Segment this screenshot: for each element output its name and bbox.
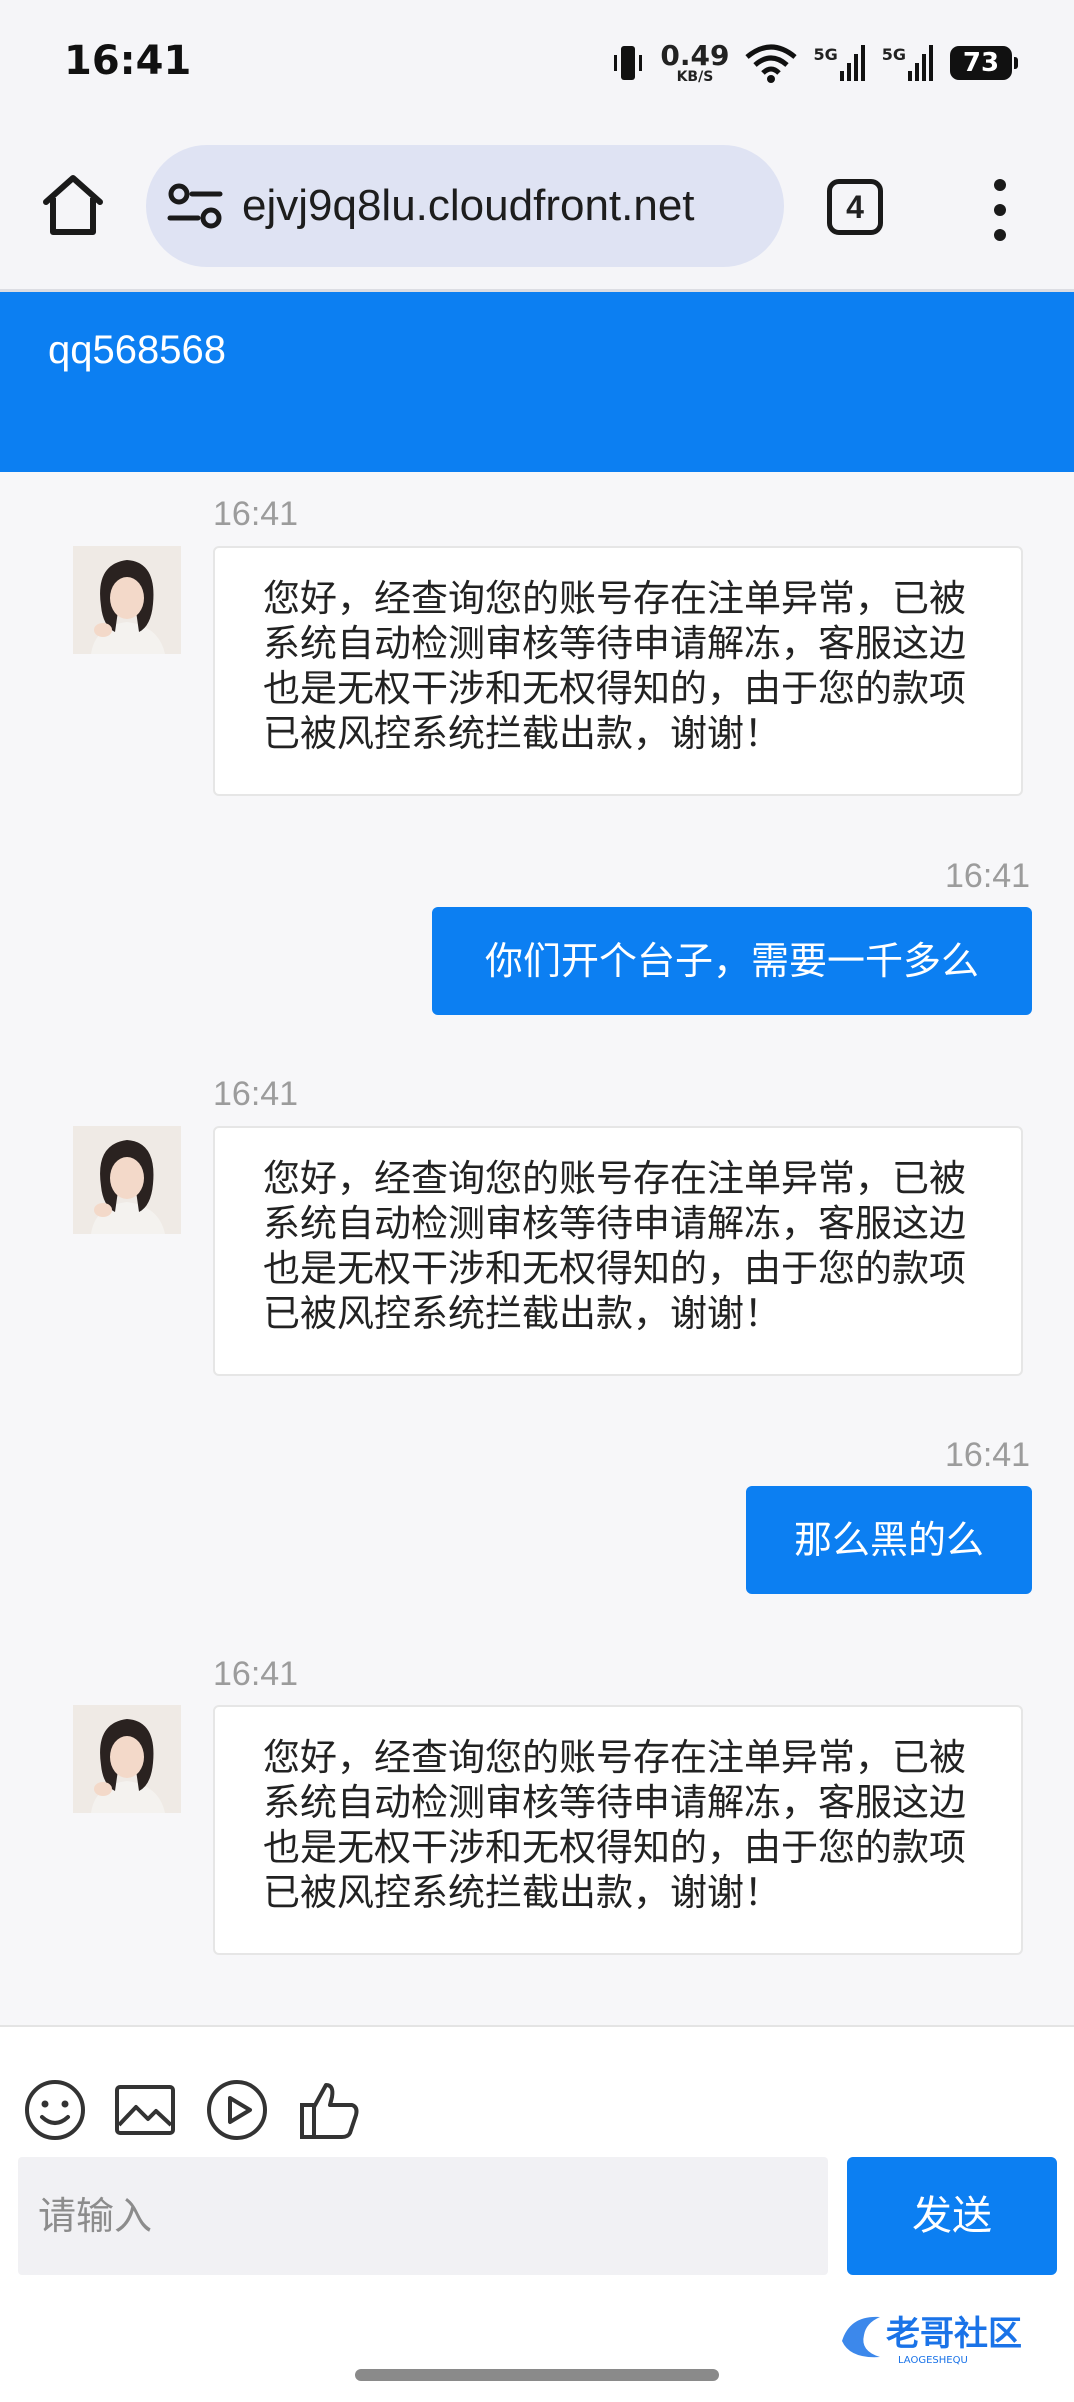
message-input[interactable]: 请输入 xyxy=(18,2157,828,2275)
agent-avatar xyxy=(73,1126,181,1234)
signal-1: 5G xyxy=(813,45,865,81)
status-icons: 0.49 KB/S 5G 5G 73 xyxy=(612,38,1018,88)
vibrate-icon xyxy=(614,46,643,80)
tab-switcher-button[interactable]: 4 xyxy=(827,179,883,235)
message-text: 您好，经查询您的账号存在注单异常，已被系统自动检测审核等待申请解冻，客服这边也是… xyxy=(263,1157,966,1335)
signal-2-label: 5G xyxy=(881,45,906,64)
message-time: 16:41 xyxy=(213,1655,299,1693)
chat-header: qq568568 xyxy=(0,292,1074,472)
signal-bars-icon xyxy=(839,45,865,81)
status-bar: 16:41 0.49 KB/S 5G 5G 73 xyxy=(0,0,1074,125)
message-time: 16:41 xyxy=(213,495,299,533)
home-icon[interactable] xyxy=(38,170,108,240)
send-button[interactable]: 发送 xyxy=(847,2157,1057,2275)
battery-icon: 73 xyxy=(950,46,1018,80)
url-text[interactable]: ejvj9q8lu.cloudfront.net xyxy=(242,145,762,267)
tab-count: 4 xyxy=(846,188,864,225)
incoming-message-bubble: 您好，经查询您的账号存在注单异常，已被系统自动检测审核等待申请解冻，客服这边也是… xyxy=(213,1705,1023,1955)
svg-text:老哥社区: 老哥社区 xyxy=(886,2314,1022,2354)
signal-1-label: 5G xyxy=(813,45,838,64)
composer: 请输入 发送 老哥社区 LAOGESHEQU xyxy=(0,2025,1074,2402)
signal-bars-icon xyxy=(908,45,933,81)
net-speed-value: 0.49 xyxy=(660,39,730,72)
battery-level: 73 xyxy=(962,48,1000,78)
thumbs-up-icon[interactable] xyxy=(296,2077,362,2143)
message-time: 16:41 xyxy=(213,1075,299,1113)
agent-avatar xyxy=(73,546,181,654)
status-time: 16:41 xyxy=(64,38,192,84)
svg-text:LAOGESHEQU: LAOGESHEQU xyxy=(898,2355,968,2366)
message-text: 那么黑的么 xyxy=(793,1518,984,1562)
network-speed: 0.49 KB/S xyxy=(660,39,730,85)
address-bar[interactable]: ejvj9q8lu.cloudfront.net xyxy=(146,145,784,267)
emoji-icon[interactable] xyxy=(22,2077,88,2143)
message-input-placeholder: 请输入 xyxy=(38,2194,153,2238)
message-text: 您好，经查询您的账号存在注单异常，已被系统自动检测审核等待申请解冻，客服这边也是… xyxy=(263,1736,966,1914)
message-time: 16:41 xyxy=(945,1436,1031,1474)
incoming-message-bubble: 您好，经查询您的账号存在注单异常，已被系统自动检测审核等待申请解冻，客服这边也是… xyxy=(213,546,1023,796)
watermark-logo: 老哥社区 LAOGESHEQU xyxy=(836,2305,1060,2367)
message-time: 16:41 xyxy=(945,857,1031,895)
incoming-message-bubble: 您好，经查询您的账号存在注单异常，已被系统自动检测审核等待申请解冻，客服这边也是… xyxy=(213,1126,1023,1376)
agent-avatar xyxy=(73,1705,181,1813)
message-text: 您好，经查询您的账号存在注单异常，已被系统自动检测审核等待申请解冻，客服这边也是… xyxy=(263,577,966,755)
outgoing-message-bubble: 你们开个台子，需要一千多么 xyxy=(432,907,1032,1015)
browser-toolbar: ejvj9q8lu.cloudfront.net 4 xyxy=(0,125,1074,291)
net-speed-unit: KB/S xyxy=(676,69,714,85)
image-icon[interactable] xyxy=(112,2077,178,2143)
signal-2: 5G xyxy=(882,45,934,81)
site-settings-icon[interactable] xyxy=(166,179,224,233)
home-indicator[interactable] xyxy=(355,2369,719,2381)
wifi-icon xyxy=(745,44,798,83)
video-icon[interactable] xyxy=(204,2077,270,2143)
more-menu-icon[interactable] xyxy=(980,175,1020,245)
message-text: 你们开个台子，需要一千多么 xyxy=(484,939,979,983)
chat-title: qq568568 xyxy=(48,328,226,372)
outgoing-message-bubble: 那么黑的么 xyxy=(746,1486,1032,1594)
